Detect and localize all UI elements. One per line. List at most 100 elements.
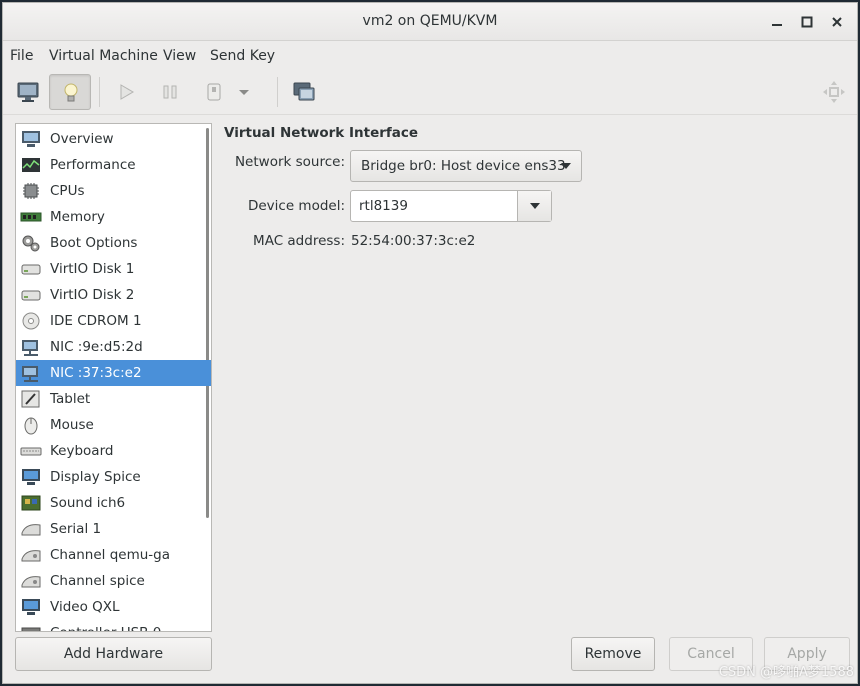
sound-card-icon — [20, 493, 42, 513]
sidebar-item[interactable]: Memory — [16, 204, 211, 230]
sidebar-item[interactable]: Serial 1 — [16, 516, 211, 542]
sidebar-item-label: Sound ich6 — [50, 495, 126, 511]
sidebar-item-label: Boot Options — [50, 235, 138, 251]
lightbulb-icon — [64, 83, 78, 102]
network-source-value: Bridge br0: Host device ens33 — [361, 158, 566, 174]
details-button[interactable] — [49, 74, 91, 110]
sidebar-item-label: Video QXL — [50, 599, 120, 615]
device-model-dropdown-button[interactable] — [517, 191, 551, 221]
sidebar-item[interactable]: IDE CDROM 1 — [16, 308, 211, 334]
panel-title: Virtual Network Interface — [224, 125, 419, 141]
pause-button[interactable] — [149, 74, 191, 110]
keyboard-icon — [20, 441, 42, 461]
hardware-list[interactable]: Overview Performance CPUs Memory Boot Option… — [15, 123, 212, 632]
power-icon — [207, 83, 221, 101]
cdrom-icon — [20, 311, 42, 331]
sidebar-item[interactable]: Overview — [16, 126, 211, 152]
channel-icon — [20, 545, 42, 565]
display-icon — [20, 467, 42, 487]
disk-icon — [20, 285, 42, 305]
device-model-value: rtl8139 — [359, 198, 408, 214]
video-card-icon — [20, 597, 42, 617]
menu-send-key[interactable]: Send Key — [210, 48, 275, 64]
menu-view[interactable]: View — [163, 48, 196, 64]
chevron-down-icon — [561, 163, 571, 169]
remove-button[interactable]: Remove — [571, 637, 655, 671]
sidebar-item-label: Performance — [50, 157, 136, 173]
controller-icon — [20, 623, 42, 631]
monitor-icon — [20, 129, 42, 149]
sidebar-item[interactable]: NIC :9e:d5:2d — [16, 334, 211, 360]
sidebar-item[interactable]: Performance — [16, 152, 211, 178]
sidebar-item-label: Memory — [50, 209, 105, 225]
pause-icon — [163, 85, 177, 99]
toolbar — [3, 69, 857, 115]
sidebar-item-label: Channel spice — [50, 573, 145, 589]
sidebar-item-label: Controller USB 0 — [50, 625, 161, 631]
tablet-icon — [20, 389, 42, 409]
console-button[interactable] — [7, 74, 49, 110]
sidebar-item[interactable]: VirtIO Disk 2 — [16, 282, 211, 308]
fullscreen-button[interactable] — [283, 74, 325, 110]
network-card-icon — [20, 363, 42, 383]
window-title: vm2 on QEMU/KVM — [362, 13, 498, 29]
monitor-icon — [17, 82, 39, 102]
sidebar-item[interactable]: Mouse — [16, 412, 211, 438]
sidebar-item[interactable]: Keyboard — [16, 438, 211, 464]
disk-icon — [20, 259, 42, 279]
shutdown-menu-button[interactable] — [231, 74, 253, 110]
mouse-icon — [20, 415, 42, 435]
gears-icon — [20, 233, 42, 253]
sidebar-item-label: NIC :9e:d5:2d — [50, 339, 143, 355]
sidebar-item-label: IDE CDROM 1 — [50, 313, 142, 329]
menu-virtual-machine[interactable]: Virtual Machine — [49, 48, 158, 64]
screenshot-icon — [293, 82, 315, 101]
mac-address-label: MAC address: — [253, 233, 345, 249]
device-model-label: Device model: — [247, 198, 345, 214]
dropdown-arrow-icon — [239, 90, 249, 95]
sidebar-item-label: Tablet — [50, 391, 91, 407]
add-hardware-button[interactable]: Add Hardware — [15, 637, 212, 671]
sidebar-item-label: Mouse — [50, 417, 94, 433]
run-button[interactable] — [105, 74, 147, 110]
sidebar-item[interactable]: Channel spice — [16, 568, 211, 594]
sidebar-item[interactable]: Display Spice — [16, 464, 211, 490]
watermark: CSDN @哆啪A梦1588 — [718, 665, 854, 680]
chevron-down-icon — [530, 203, 540, 209]
serial-port-icon — [20, 519, 42, 539]
shutdown-button[interactable] — [193, 74, 235, 110]
menu-file[interactable]: File — [10, 48, 33, 64]
sidebar-item-label: NIC :37:3c:e2 — [50, 365, 142, 381]
sidebar-item-label: Display Spice — [50, 469, 141, 485]
maximize-icon[interactable] — [799, 14, 815, 30]
sidebar-item[interactable]: Boot Options — [16, 230, 211, 256]
performance-graph-icon — [20, 155, 42, 175]
cpu-chip-icon — [20, 181, 42, 201]
sidebar-item[interactable]: Controller USB 0 — [16, 620, 211, 631]
network-card-icon — [20, 337, 42, 357]
minimize-icon[interactable] — [769, 14, 785, 30]
sidebar-item[interactable]: Tablet — [16, 386, 211, 412]
sidebar-item[interactable]: CPUs — [16, 178, 211, 204]
sidebar-item[interactable]: Channel qemu-ga — [16, 542, 211, 568]
sidebar-item[interactable]: Video QXL — [16, 594, 211, 620]
sidebar-item[interactable]: Sound ich6 — [16, 490, 211, 516]
title-bar: vm2 on QEMU/KVM — [3, 3, 857, 41]
sidebar-item-label: CPUs — [50, 183, 85, 199]
resize-icon — [823, 81, 845, 103]
sidebar-item-label: Serial 1 — [50, 521, 102, 537]
device-model-combo[interactable]: rtl8139 — [350, 190, 552, 222]
sidebar-item-label: Overview — [50, 131, 114, 147]
memory-module-icon — [20, 207, 42, 227]
play-icon — [120, 84, 134, 100]
network-source-label: Network source: — [234, 154, 345, 170]
sidebar-item[interactable]: NIC :37:3c:e2 — [16, 360, 211, 386]
resize-to-vm-button[interactable] — [813, 74, 855, 110]
network-source-combo[interactable]: Bridge br0: Host device ens33 — [350, 150, 582, 182]
sidebar-item-label: Channel qemu-ga — [50, 547, 171, 563]
close-icon[interactable] — [829, 14, 845, 30]
sidebar-item[interactable]: VirtIO Disk 1 — [16, 256, 211, 282]
channel-icon — [20, 571, 42, 591]
mac-address-value: 52:54:00:37:3c:e2 — [351, 233, 476, 249]
sidebar-item-label: VirtIO Disk 2 — [50, 287, 135, 303]
